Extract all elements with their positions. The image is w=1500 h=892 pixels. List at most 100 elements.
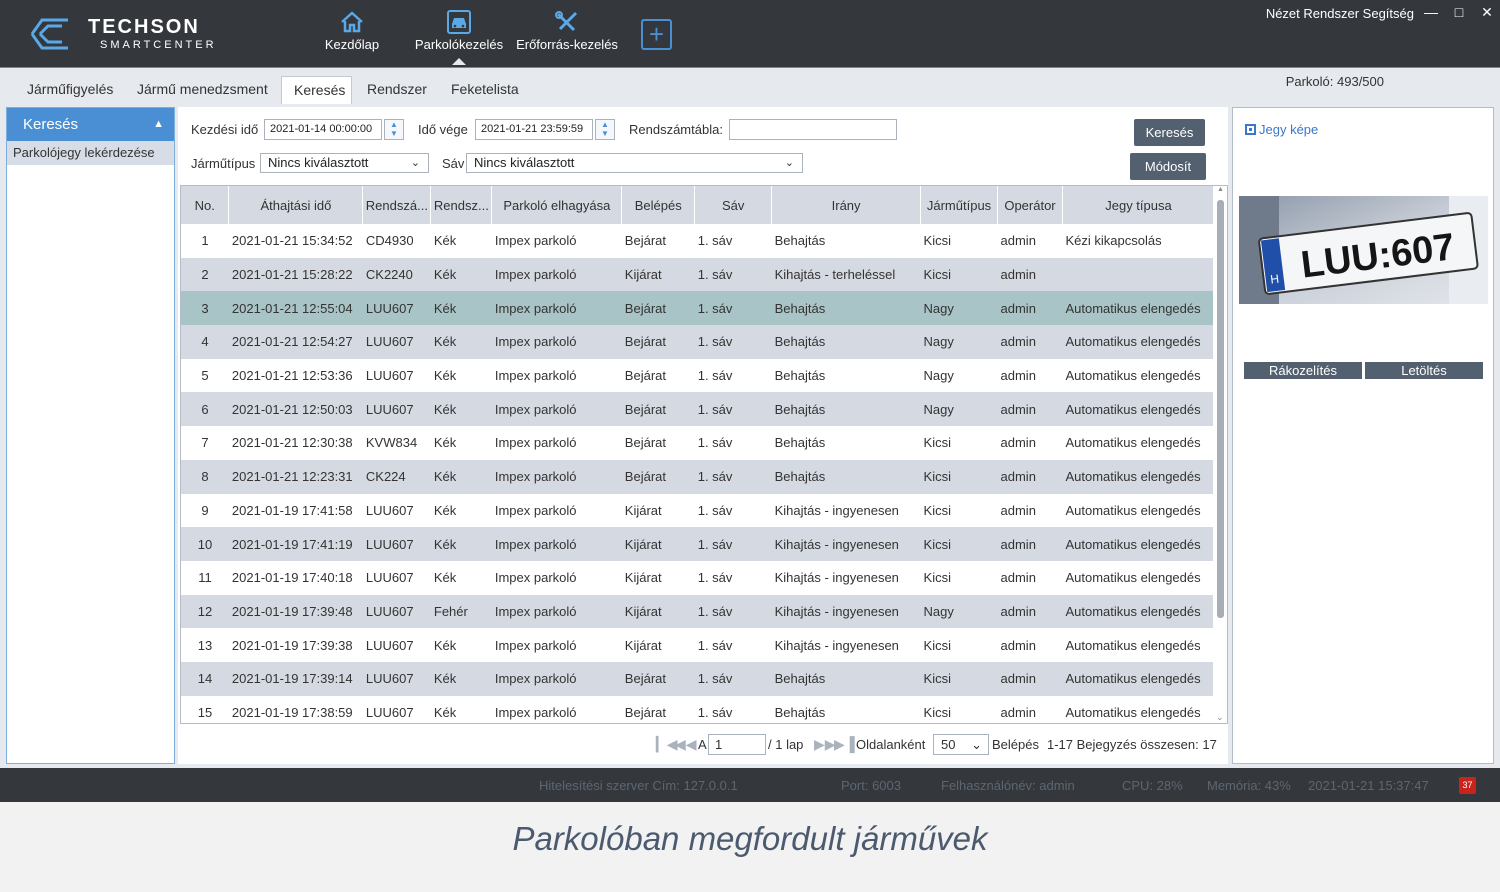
page-input[interactable]: 1 (708, 734, 766, 755)
close-icon[interactable]: ✕ (1479, 4, 1495, 21)
table-cell: Kicsi (920, 628, 998, 662)
column-header[interactable]: Járműtípus (920, 186, 999, 224)
column-header[interactable]: Irány (771, 186, 922, 224)
scroll-up-icon[interactable]: ▲ (1217, 186, 1224, 193)
vehicle-type-select[interactable]: Nincs kiválasztott ⌄ (260, 153, 429, 173)
last-page-icon[interactable]: ▶▐ (834, 736, 855, 753)
lane-select[interactable]: Nincs kiválasztott ⌄ (466, 153, 803, 173)
menu-help[interactable]: Segítség (1363, 6, 1414, 21)
table-cell: Impex parkoló (491, 560, 622, 595)
table-cell: Automatikus elengedés (1062, 527, 1215, 561)
column-header[interactable]: Jegy típusa (1062, 186, 1216, 224)
table-row[interactable]: 12 2021-01-19 17:39:48 LUU607 Fehér Impex pa… (181, 594, 1215, 629)
column-header[interactable]: Sáv (694, 186, 773, 224)
sidebar-header[interactable]: Keresés ▲ (7, 108, 174, 141)
column-header[interactable]: Belépés (621, 186, 696, 224)
nav-home[interactable]: Kezdőlap (318, 10, 386, 60)
table-row[interactable]: 2 2021-01-21 15:28:22 CK2240 Kék Impex parko… (181, 257, 1215, 292)
alert-badge[interactable]: 37 (1459, 777, 1476, 794)
modify-button[interactable]: Módosít (1130, 153, 1206, 180)
menu-system[interactable]: Rendszer (1303, 6, 1359, 21)
scrollbar-thumb[interactable] (1217, 200, 1224, 618)
table-cell: 15 (181, 695, 229, 723)
maximize-icon[interactable]: □ (1451, 4, 1467, 20)
table-cell: Kicsi (920, 661, 998, 696)
chevron-up-icon[interactable]: ▲ (153, 108, 164, 141)
table-cell: 2021-01-21 15:28:22 (228, 257, 363, 292)
table-cell: Behajtás (771, 291, 921, 326)
column-header[interactable]: No. (181, 186, 230, 224)
column-header[interactable]: Operátor (997, 186, 1063, 224)
table-cell: Kék (430, 426, 492, 460)
table-cell: Kijárat (621, 628, 695, 662)
ticket-image-checkbox[interactable]: Jegy képe (1245, 122, 1318, 137)
table-cell: admin (997, 325, 1063, 359)
tab-vehicle-management[interactable]: Jármű menedzsment (125, 76, 280, 104)
table-cell: Automatikus elengedés (1062, 594, 1215, 629)
column-header[interactable]: Rendsz... (430, 186, 493, 224)
menu-view[interactable]: Nézet (1266, 6, 1300, 21)
parking-occupancy: Parkoló: 493/500 (1285, 74, 1384, 89)
ticket-image-label: Jegy képe (1259, 122, 1319, 137)
table-row[interactable]: 1 2021-01-21 15:34:52 CD4930 Kék Impex parko… (181, 224, 1215, 258)
table-row[interactable]: 13 2021-01-19 17:39:38 LUU607 Kék Impex park… (181, 628, 1215, 662)
tab-system[interactable]: Rendszer (355, 76, 439, 104)
table-cell: LUU607 (362, 325, 431, 359)
nav-resource-management[interactable]: Erőforrás-kezelés (515, 10, 619, 60)
table-cell: Automatikus elengedés (1062, 661, 1215, 696)
table-row[interactable]: 7 2021-01-21 12:30:38 KVW834 Kék Impex parko… (181, 426, 1215, 460)
table-row[interactable]: 11 2021-01-19 17:40:18 LUU607 Kék Impex park… (181, 560, 1215, 595)
start-time-spinner[interactable]: ▲ ▼ (384, 119, 404, 140)
table-cell: Kihajtás - ingyenesen (771, 628, 921, 662)
table-row[interactable]: 10 2021-01-19 17:41:19 LUU607 Kék Impex park… (181, 527, 1215, 561)
table-cell: Impex parkoló (491, 291, 622, 326)
table-cell: admin (997, 358, 1063, 393)
tab-blacklist[interactable]: Feketelista (439, 76, 531, 104)
zoom-button[interactable]: Rákozelítés (1244, 362, 1362, 379)
plus-icon[interactable]: + (641, 19, 672, 50)
nav-parking-management[interactable]: Parkolókezelés (412, 10, 506, 65)
minimize-icon[interactable]: — (1423, 4, 1439, 20)
column-header[interactable]: Parkoló elhagyása (491, 186, 623, 224)
table-cell: admin (997, 628, 1063, 662)
scroll-down-icon[interactable]: ⌄ (1216, 712, 1224, 723)
table-row[interactable]: 5 2021-01-21 12:53:36 LUU607 Kék Impex parko… (181, 358, 1215, 393)
table-cell: 2021-01-19 17:41:19 (228, 527, 363, 561)
table-cell: 1. sáv (694, 493, 772, 528)
table-cell: 1. sáv (694, 695, 772, 723)
prev-page-icon[interactable]: ◀◀ (675, 736, 697, 753)
sidebar-item-ticket-query[interactable]: Parkolójegy lekérdezése (7, 141, 174, 165)
table-cell: Kicsi (920, 224, 998, 258)
plate-input[interactable] (729, 119, 897, 140)
table-row[interactable]: 4 2021-01-21 12:54:27 LUU607 Kék Impex parko… (181, 325, 1215, 359)
end-time-spinner[interactable]: ▲ ▼ (595, 119, 615, 140)
tab-vehicle-monitoring[interactable]: Járműfigyelés (15, 76, 125, 104)
table-cell: CK224 (362, 459, 431, 494)
sidebar: Keresés ▲ Parkolójegy lekérdezése (6, 107, 175, 764)
table-cell: Behajtás (771, 661, 921, 696)
table-row[interactable]: 14 2021-01-19 17:39:14 LUU607 Kék Impex park… (181, 661, 1215, 696)
table-cell: LUU607 (362, 493, 431, 528)
search-button[interactable]: Keresés (1134, 119, 1205, 146)
results-grid: No. Áthajtási idő Rendszá... Rendsz... Parko… (181, 186, 1216, 723)
column-header[interactable]: Áthajtási idő (228, 186, 364, 224)
enter-label[interactable]: Belépés (992, 737, 1039, 752)
table-cell: Bejárat (621, 661, 695, 696)
top-bar: TECHSON SMARTCENTER Kezdőlap Parkolókeze… (0, 0, 1500, 67)
per-page-select[interactable]: 50 ⌄ (933, 734, 989, 755)
tab-search[interactable]: Keresés (281, 76, 352, 104)
end-time-input[interactable]: 2021-01-21 23:59:59 (475, 119, 593, 140)
table-row[interactable]: 8 2021-01-21 12:23:31 CK224 Kék Impex parkol… (181, 459, 1215, 494)
column-header[interactable]: Rendszá... (362, 186, 432, 224)
table-cell: admin (997, 291, 1063, 326)
table-cell: 13 (181, 628, 229, 662)
table-row[interactable]: 3 2021-01-21 12:55:04 LUU607 Kék Impex parko… (181, 291, 1215, 326)
start-time-input[interactable]: 2021-01-14 00:00:00 (264, 119, 382, 140)
vertical-scrollbar[interactable]: ▲ ⌄ (1213, 186, 1227, 723)
table-row[interactable]: 6 2021-01-21 12:50:03 LUU607 Kék Impex parko… (181, 392, 1215, 427)
table-row[interactable]: 9 2021-01-19 17:41:58 LUU607 Kék Impex parko… (181, 493, 1215, 528)
checkbox-icon (1245, 124, 1256, 135)
next-page-icon[interactable]: ▶▶ (814, 736, 836, 753)
table-row[interactable]: 15 2021-01-19 17:38:59 LUU607 Kék Impex park… (181, 695, 1215, 723)
download-button[interactable]: Letöltés (1365, 362, 1483, 379)
